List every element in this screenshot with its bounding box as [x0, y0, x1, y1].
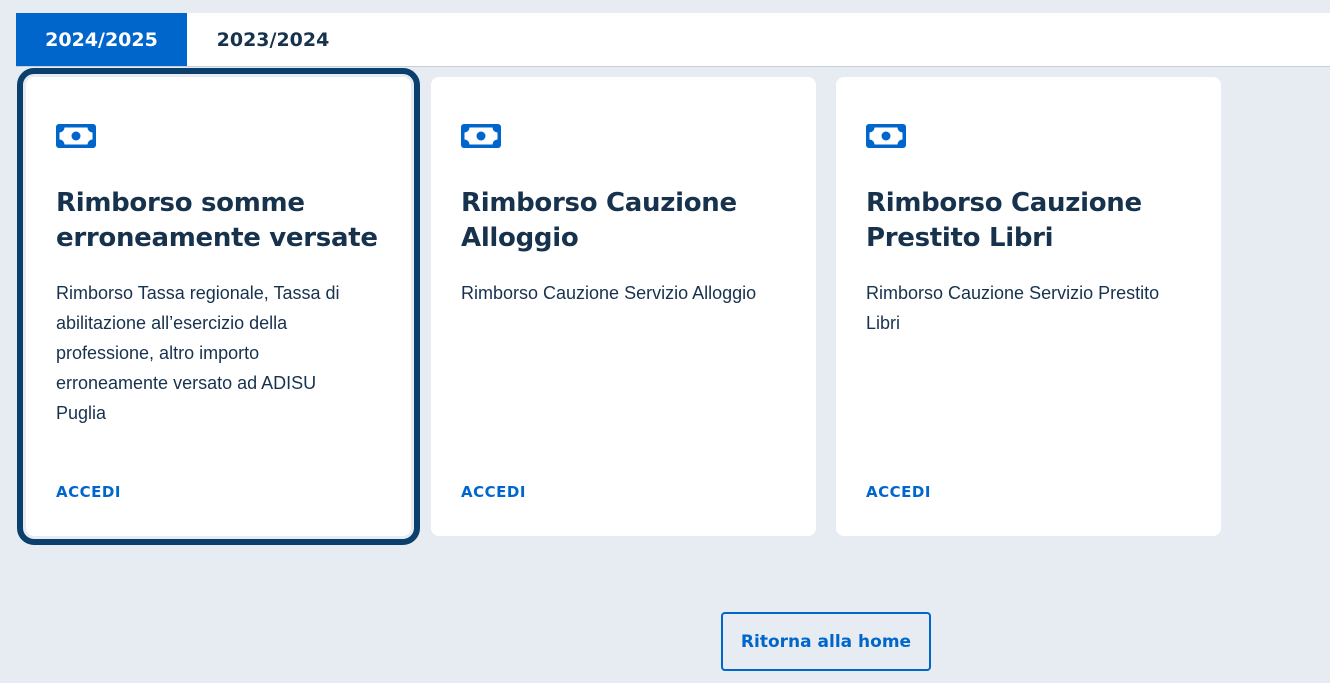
money-bill-icon	[866, 124, 906, 148]
tab-2024-2025[interactable]: 2024/2025	[16, 13, 187, 66]
card-rimborso-somme[interactable]: Rimborso somme erroneamente versate Rimb…	[17, 68, 420, 545]
card-description: Rimborso Cauzione Servizio Prestito Libr…	[866, 283, 1160, 333]
card-rimborso-cauzione-prestito-libri[interactable]: Rimborso Cauzione Prestito Libri Rimbors…	[836, 77, 1221, 536]
accedi-link[interactable]: ACCEDI	[461, 483, 526, 501]
accedi-link[interactable]: ACCEDI	[56, 483, 121, 501]
tab-2023-2024[interactable]: 2023/2024	[187, 13, 359, 66]
card-description: Rimborso Tassa regionale, Tassa di abili…	[56, 283, 340, 423]
card-title: Rimborso Cauzione Prestito Libri	[866, 188, 1142, 253]
back-to-home-button[interactable]: Ritorna alla home	[721, 612, 931, 671]
year-tabs: 2024/2025 2023/2024	[16, 13, 1330, 67]
money-bill-icon	[56, 124, 96, 148]
money-bill-icon	[461, 124, 501, 148]
card-title: Rimborso somme erroneamente versate	[56, 188, 378, 253]
card-description: Rimborso Cauzione Servizio Alloggio	[461, 283, 757, 303]
card-rimborso-cauzione-alloggio[interactable]: Rimborso Cauzione Alloggio Rimborso Cauz…	[431, 77, 816, 536]
card-title: Rimborso Cauzione Alloggio	[461, 188, 737, 253]
accedi-link[interactable]: ACCEDI	[866, 483, 931, 501]
